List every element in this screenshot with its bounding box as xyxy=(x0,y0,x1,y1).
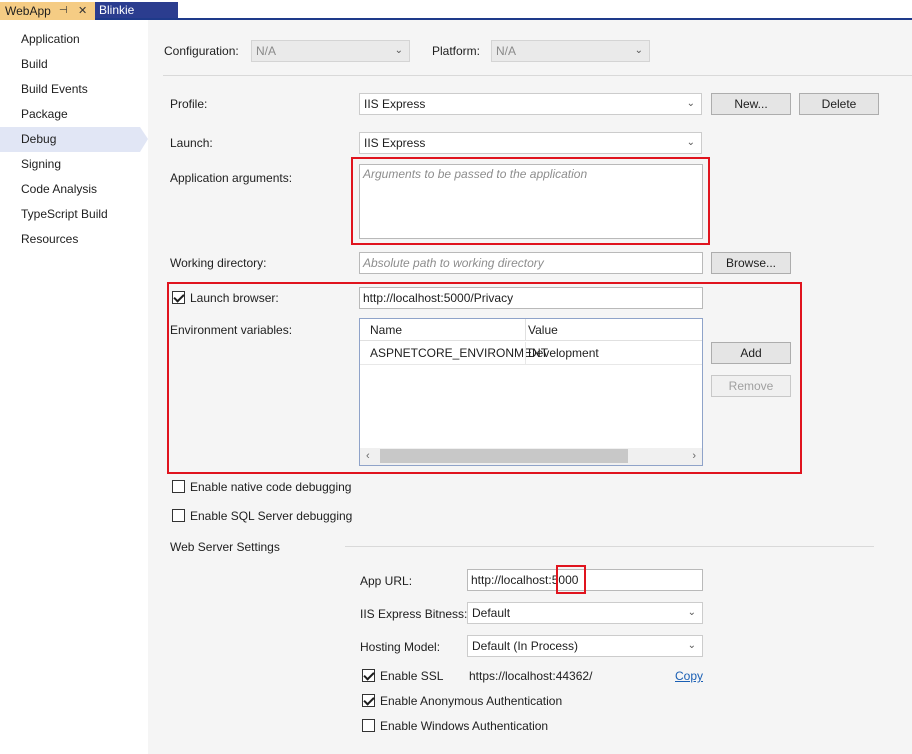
sidebar-item-label: Debug xyxy=(21,132,57,146)
close-icon[interactable]: ✕ xyxy=(78,2,87,20)
sql-debug-label: Enable SQL Server debugging xyxy=(190,509,353,523)
platform-value: N/A xyxy=(496,44,517,58)
app-args-textarea[interactable]: Arguments to be passed to the applicatio… xyxy=(359,164,703,239)
column-header-value[interactable]: Value xyxy=(518,319,698,341)
column-header-name[interactable]: Name xyxy=(360,319,525,341)
bitness-value: Default xyxy=(472,606,511,620)
ssl-url: https://localhost:44362/ xyxy=(469,669,593,683)
profile-dropdown[interactable]: IIS Express ⌄ xyxy=(359,93,702,115)
app-url-prefix: http://localhost: xyxy=(471,573,552,587)
working-dir-input[interactable]: Absolute path to working directory xyxy=(359,252,703,274)
configuration-label: Configuration: xyxy=(164,44,239,58)
scrollbar-thumb[interactable] xyxy=(380,449,628,463)
launch-label: Launch: xyxy=(170,136,213,150)
sidebar-item-application[interactable]: Application xyxy=(0,27,148,52)
config-separator xyxy=(163,75,912,76)
tab-webapp-label: WebApp xyxy=(5,4,51,18)
env-grid-horizontal-scrollbar[interactable]: ‹ › xyxy=(360,448,702,465)
sql-debug-checkbox[interactable] xyxy=(172,509,185,522)
hosting-value: Default (In Process) xyxy=(472,639,579,653)
app-url-label: App URL: xyxy=(360,574,413,588)
bitness-label: IIS Express Bitness: xyxy=(360,607,468,621)
add-env-button[interactable]: Add xyxy=(711,342,791,364)
remove-env-button[interactable]: Remove xyxy=(711,375,791,397)
env-vars-grid[interactable]: Name Value ASPNETCORE_ENVIRONMENT Develo… xyxy=(359,318,703,466)
sidebar-item-code-analysis[interactable]: Code Analysis xyxy=(0,177,148,202)
enable-ssl-checkbox[interactable] xyxy=(362,669,375,682)
launch-browser-url-input[interactable]: http://localhost:5000/Privacy xyxy=(359,287,703,309)
web-server-heading: Web Server Settings xyxy=(170,540,280,554)
sidebar-item-package[interactable]: Package xyxy=(0,102,148,127)
pin-icon[interactable]: ⊣ xyxy=(59,2,68,20)
windows-auth-label: Enable Windows Authentication xyxy=(380,719,549,733)
chevron-down-icon: ⌄ xyxy=(686,98,695,109)
highlight-port xyxy=(556,565,586,594)
selection-arrow-icon xyxy=(140,127,148,152)
tab-blinkie-label: Blinkie xyxy=(99,3,135,17)
scroll-left-icon[interactable]: ‹ xyxy=(366,448,370,465)
chevron-down-icon: ⌄ xyxy=(687,607,696,618)
hosting-label: Hosting Model: xyxy=(360,640,441,654)
copy-ssl-url-link[interactable]: Copy xyxy=(675,669,703,683)
sidebar-item-label: Build xyxy=(21,57,48,71)
sidebar-item-debug[interactable]: Debug xyxy=(0,127,148,152)
table-row[interactable]: ASPNETCORE_ENVIRONMENT Development xyxy=(360,342,702,365)
browse-button[interactable]: Browse... xyxy=(711,252,791,274)
sidebar-item-label: Package xyxy=(21,107,68,121)
configuration-value: N/A xyxy=(256,44,277,58)
sidebar-item-signing[interactable]: Signing xyxy=(0,152,148,177)
env-vars-label: Environment variables: xyxy=(170,323,293,337)
profile-label: Profile: xyxy=(170,97,208,111)
app-args-placeholder: Arguments to be passed to the applicatio… xyxy=(363,167,588,181)
delete-profile-button[interactable]: Delete xyxy=(799,93,879,115)
bitness-dropdown[interactable]: Default ⌄ xyxy=(467,602,703,624)
sidebar-item-label: TypeScript Build xyxy=(21,207,108,221)
profile-value: IIS Express xyxy=(364,97,426,111)
chevron-down-icon: ⌄ xyxy=(687,640,696,651)
sidebar-item-resources[interactable]: Resources xyxy=(0,227,148,252)
windows-auth-checkbox[interactable] xyxy=(362,719,375,732)
configuration-dropdown[interactable]: N/A ⌄ xyxy=(251,40,410,62)
env-grid-header: Name Value xyxy=(360,319,702,341)
launch-dropdown[interactable]: IIS Express ⌄ xyxy=(359,132,702,154)
native-debug-checkbox[interactable] xyxy=(172,480,185,493)
sidebar-item-label: Signing xyxy=(21,157,62,171)
sidebar-item-label: Application xyxy=(21,32,80,46)
property-pages-sidebar: Application Build Build Events Package D… xyxy=(0,20,148,754)
tab-blinkie[interactable]: Blinkie xyxy=(95,2,178,18)
launch-browser-label: Launch browser: xyxy=(190,291,279,305)
sidebar-item-label: Build Events xyxy=(21,82,88,96)
enable-ssl-label: Enable SSL xyxy=(380,669,444,683)
scroll-right-icon[interactable]: › xyxy=(692,448,696,465)
app-args-label: Application arguments: xyxy=(170,171,293,185)
working-dir-label: Working directory: xyxy=(170,256,267,270)
web-server-separator xyxy=(345,546,874,547)
platform-dropdown[interactable]: N/A ⌄ xyxy=(491,40,650,62)
sidebar-item-typescript-build[interactable]: TypeScript Build xyxy=(0,202,148,227)
new-profile-button[interactable]: New... xyxy=(711,93,791,115)
hosting-dropdown[interactable]: Default (In Process) ⌄ xyxy=(467,635,703,657)
chevron-down-icon: ⌄ xyxy=(394,45,403,56)
working-dir-placeholder: Absolute path to working directory xyxy=(363,256,544,270)
chevron-down-icon: ⌄ xyxy=(686,137,695,148)
tab-webapp[interactable]: WebApp ⊣ ✕ xyxy=(0,2,95,20)
sidebar-item-build-events[interactable]: Build Events xyxy=(0,77,148,102)
launch-value: IIS Express xyxy=(364,136,426,150)
anonymous-auth-checkbox[interactable] xyxy=(362,694,375,707)
native-debug-label: Enable native code debugging xyxy=(190,480,352,494)
anonymous-auth-label: Enable Anonymous Authentication xyxy=(380,694,563,708)
launch-browser-checkbox[interactable] xyxy=(172,291,185,304)
platform-label: Platform: xyxy=(432,44,481,58)
sidebar-item-label: Resources xyxy=(21,232,79,246)
chevron-down-icon: ⌄ xyxy=(634,45,643,56)
launch-browser-url: http://localhost:5000/Privacy xyxy=(363,291,514,305)
sidebar-item-label: Code Analysis xyxy=(21,182,98,196)
env-row-value: Development xyxy=(528,346,599,360)
sidebar-item-build[interactable]: Build xyxy=(0,52,148,77)
